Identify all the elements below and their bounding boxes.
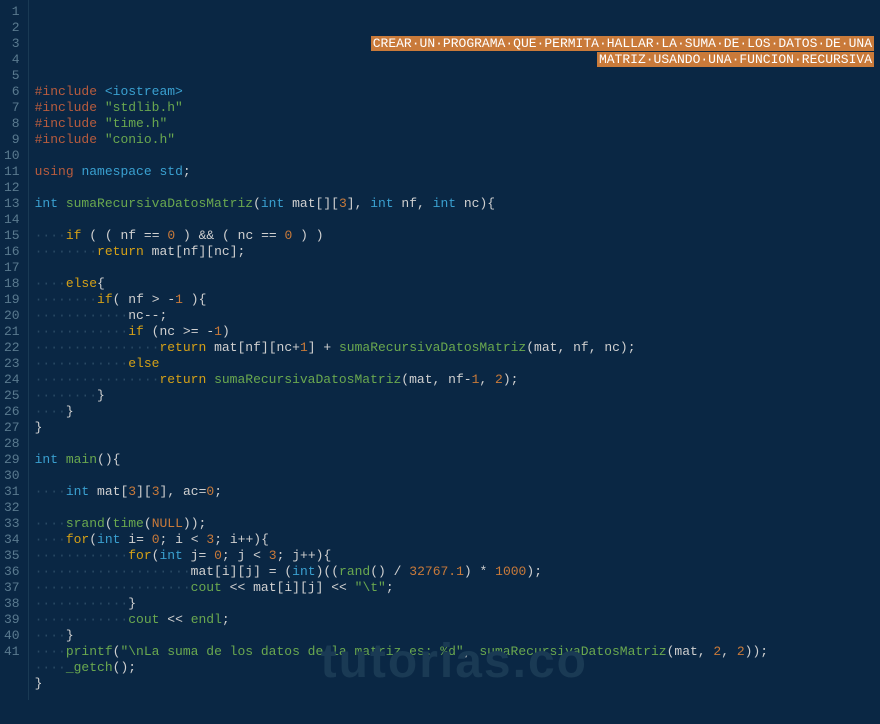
code-line[interactable] [35, 180, 874, 196]
line-number: 27 [4, 420, 20, 436]
line-number: 18 [4, 276, 20, 292]
code-line[interactable]: ············for(int j= 0; j < 3; j++){ [35, 548, 874, 564]
highlighted-comment: MATRIZ·USANDO·UNA·FUNCION·RECURSIVA [597, 52, 874, 67]
code-line[interactable]: ········if( nf > -1 ){ [35, 292, 874, 308]
code-line[interactable]: ····} [35, 404, 874, 420]
line-number: 1 [4, 4, 20, 20]
code-line[interactable]: #include "time.h" [35, 116, 874, 132]
code-line[interactable] [35, 68, 874, 84]
code-line[interactable]: ············nc--; [35, 308, 874, 324]
line-number: 20 [4, 308, 20, 324]
code-line[interactable]: #include "stdlib.h" [35, 100, 874, 116]
code-editor[interactable]: 1234567891011121314151617181920212223242… [0, 0, 880, 700]
line-number: 32 [4, 500, 20, 516]
line-number: 16 [4, 244, 20, 260]
code-line[interactable]: ····················mat[i][j] = (int)((r… [35, 564, 874, 580]
line-number: 31 [4, 484, 20, 500]
line-number: 28 [4, 436, 20, 452]
code-line[interactable]: } [35, 676, 874, 692]
line-number: 6 [4, 84, 20, 100]
code-line[interactable]: ············} [35, 596, 874, 612]
code-line[interactable] [35, 468, 874, 484]
code-line[interactable]: ················return mat[nf][nc+1] + s… [35, 340, 874, 356]
line-number: 7 [4, 100, 20, 116]
code-line[interactable]: ····srand(time(NULL)); [35, 516, 874, 532]
line-number: 14 [4, 212, 20, 228]
line-number: 41 [4, 644, 20, 660]
line-number: 12 [4, 180, 20, 196]
code-line[interactable]: ············else [35, 356, 874, 372]
line-number: 21 [4, 324, 20, 340]
code-line[interactable]: ········} [35, 388, 874, 404]
line-number: 33 [4, 516, 20, 532]
line-number: 4 [4, 52, 20, 68]
line-number: 10 [4, 148, 20, 164]
code-line[interactable] [35, 212, 874, 228]
code-line[interactable] [35, 436, 874, 452]
line-number: 19 [4, 292, 20, 308]
code-area[interactable]: CREAR·UN·PROGRAMA·QUE·PERMITA·HALLAR·LA·… [29, 0, 880, 700]
line-number: 38 [4, 596, 20, 612]
line-number: 9 [4, 132, 20, 148]
line-number: 36 [4, 564, 20, 580]
line-number: 26 [4, 404, 20, 420]
code-line[interactable]: ····_getch(); [35, 660, 874, 676]
code-line[interactable]: int sumaRecursivaDatosMatriz(int mat[][3… [35, 196, 874, 212]
line-number: 35 [4, 548, 20, 564]
code-line[interactable]: ····printf("\nLa suma de los datos de la… [35, 644, 874, 660]
line-number: 29 [4, 452, 20, 468]
line-number: 5 [4, 68, 20, 84]
line-number: 11 [4, 164, 20, 180]
code-line[interactable]: ············cout << endl; [35, 612, 874, 628]
code-line[interactable]: ····else{ [35, 276, 874, 292]
line-number: 37 [4, 580, 20, 596]
code-line[interactable]: int main(){ [35, 452, 874, 468]
line-number: 34 [4, 532, 20, 548]
line-number: 39 [4, 612, 20, 628]
line-number: 22 [4, 340, 20, 356]
code-line[interactable]: ····int mat[3][3], ac=0; [35, 484, 874, 500]
line-number: 8 [4, 116, 20, 132]
code-line[interactable]: } [35, 420, 874, 436]
code-line[interactable]: MATRIZ·USANDO·UNA·FUNCION·RECURSIVA [35, 52, 874, 68]
code-line[interactable]: ················return sumaRecursivaDato… [35, 372, 874, 388]
line-number: 23 [4, 356, 20, 372]
line-number: 30 [4, 468, 20, 484]
line-number: 15 [4, 228, 20, 244]
code-line[interactable]: ····················cout << mat[i][j] <<… [35, 580, 874, 596]
highlighted-comment: CREAR·UN·PROGRAMA·QUE·PERMITA·HALLAR·LA·… [371, 36, 874, 51]
line-number: 2 [4, 20, 20, 36]
code-line[interactable]: ····for(int i= 0; i < 3; i++){ [35, 532, 874, 548]
line-number: 25 [4, 388, 20, 404]
code-line[interactable]: ············if (nc >= -1) [35, 324, 874, 340]
line-number: 17 [4, 260, 20, 276]
code-line[interactable]: ····if ( ( nf == 0 ) && ( nc == 0 ) ) [35, 228, 874, 244]
line-number-gutter: 1234567891011121314151617181920212223242… [0, 0, 29, 700]
line-number: 3 [4, 36, 20, 52]
code-line[interactable]: #include <iostream> [35, 84, 874, 100]
code-line[interactable]: using namespace std; [35, 164, 874, 180]
code-line[interactable] [35, 500, 874, 516]
code-line[interactable]: ········return mat[nf][nc]; [35, 244, 874, 260]
code-line[interactable] [35, 148, 874, 164]
code-line[interactable] [35, 260, 874, 276]
line-number: 40 [4, 628, 20, 644]
code-line[interactable]: CREAR·UN·PROGRAMA·QUE·PERMITA·HALLAR·LA·… [35, 36, 874, 52]
line-number: 24 [4, 372, 20, 388]
code-line[interactable]: #include "conio.h" [35, 132, 874, 148]
code-line[interactable]: ····} [35, 628, 874, 644]
line-number: 13 [4, 196, 20, 212]
